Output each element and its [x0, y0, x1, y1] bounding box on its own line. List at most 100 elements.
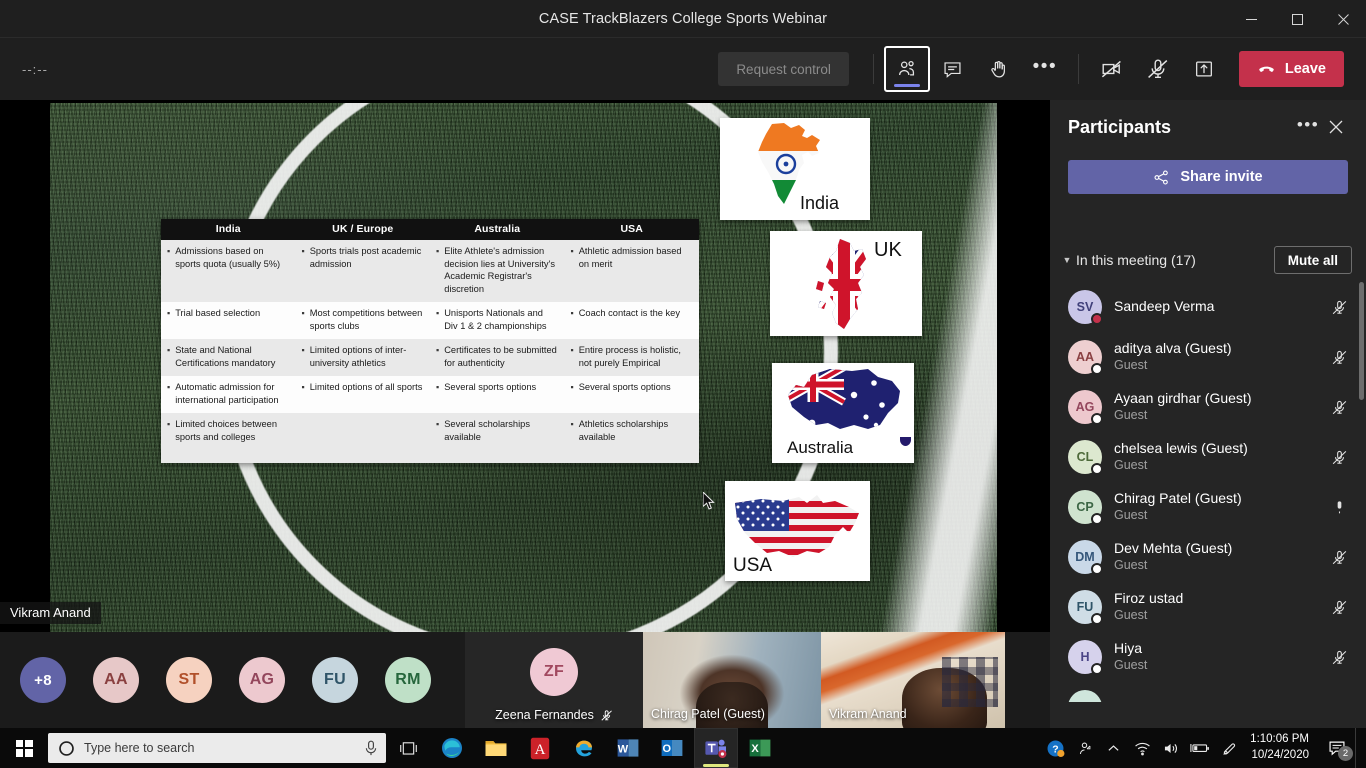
cell-text: Coach contact is the key	[578, 308, 680, 319]
presence-indicator	[1091, 413, 1103, 425]
participant-tile-chirag[interactable]: Chirag Patel (Guest)	[643, 632, 821, 728]
participant-mic-status[interactable]	[1326, 499, 1352, 516]
notification-center-button[interactable]: 2	[1320, 728, 1354, 768]
cell-text: Automatic admission for international pa…	[175, 382, 279, 405]
participant-row[interactable]: SV Sandeep Verma	[1050, 282, 1366, 332]
hangup-icon	[1259, 66, 1274, 72]
shared-screen[interactable]: India UK / Europe Australia USA ▪ Admissi…	[50, 103, 997, 632]
clock[interactable]: 1:10:06 PM 10/24/2020	[1244, 732, 1319, 763]
volume-icon[interactable]	[1157, 728, 1185, 768]
task-view-button[interactable]	[386, 728, 430, 768]
participant-row[interactable]: DM Dev Mehta (Guest) Guest	[1050, 532, 1366, 582]
taskbar-app-file-explorer[interactable]	[474, 728, 518, 768]
participant-mic-status[interactable]	[1326, 449, 1352, 466]
pen-workspace-icon[interactable]	[1215, 728, 1243, 768]
microphone-icon[interactable]	[364, 740, 378, 756]
mic-toggle-button[interactable]	[1135, 46, 1181, 92]
pen-icon	[1222, 742, 1235, 755]
cell-text: Several scholarships available	[444, 419, 530, 443]
participant-mic-status[interactable]	[1326, 549, 1352, 566]
start-button[interactable]	[0, 728, 48, 768]
participant-tile-vikram[interactable]: Vikram Anand	[821, 632, 1005, 728]
taskbar-app-teams[interactable]	[694, 728, 738, 768]
leave-button[interactable]: Leave	[1238, 51, 1344, 87]
battery-icon[interactable]	[1186, 728, 1214, 768]
show-desktop-button[interactable]	[1355, 728, 1362, 768]
participant-role: Guest	[1114, 407, 1148, 422]
close-icon	[1329, 120, 1343, 134]
taskbar-app-word[interactable]: W	[606, 728, 650, 768]
search-input[interactable]: Type here to search	[48, 733, 386, 763]
filmstrip-avatar[interactable]: FU	[312, 657, 358, 703]
participant-mic-status[interactable]	[1326, 299, 1352, 316]
participant-mic-status[interactable]	[1326, 649, 1352, 666]
presence-indicator	[1091, 513, 1103, 525]
taskbar-app-acrobat[interactable]: A	[518, 728, 562, 768]
participant-info: aditya alva (Guest) Guest	[1114, 340, 1326, 373]
taskbar-app-excel[interactable]: X	[738, 728, 782, 768]
raise-hand-button[interactable]	[976, 46, 1022, 92]
participant-name: Ayaan girdhar (Guest)	[1114, 390, 1252, 407]
participant-info: Hiya Guest	[1114, 640, 1326, 673]
minimize-button[interactable]	[1228, 0, 1274, 38]
mute-all-button[interactable]: Mute all	[1273, 246, 1352, 274]
participant-row[interactable]: AA aditya alva (Guest) Guest	[1050, 332, 1366, 382]
share-invite-button[interactable]: Share invite	[1068, 160, 1348, 194]
filmstrip-avatar[interactable]: AG	[239, 657, 285, 703]
panel-more-options-button[interactable]: •••	[1294, 113, 1322, 141]
system-tray: ? 1:10:06 PM 10/24/2020 2	[1041, 728, 1366, 768]
camera-toggle-button[interactable]	[1089, 46, 1135, 92]
cell-text: Unisports Nationals and Div 1 & 2 champi…	[444, 308, 547, 331]
filmstrip-avatar[interactable]: ST	[166, 657, 212, 703]
participant-tile-zeena[interactable]: ZF Zeena Fernandes	[465, 632, 643, 728]
table-cell: ▪ Admissions based on sports quota (usual…	[161, 240, 296, 302]
participant-mic-status[interactable]	[1326, 599, 1352, 616]
table-cell: ▪ Athletics scholarships available	[565, 413, 700, 450]
show-hidden-icons-button[interactable]	[1099, 728, 1127, 768]
filmstrip-avatar[interactable]: RM	[385, 657, 431, 703]
get-help-icon[interactable]: ?	[1041, 728, 1069, 768]
table-row: ▪ Automatic admission for international p…	[161, 376, 699, 414]
request-control-button[interactable]: Request control	[718, 52, 849, 86]
participants-scrollbar[interactable]	[1359, 282, 1364, 400]
bullet-icon: ▪	[570, 308, 574, 319]
overflow-participants-badge[interactable]: +8	[20, 657, 66, 703]
tile-name-label: Zeena Fernandes	[495, 708, 613, 722]
participant-mic-status[interactable]	[1326, 399, 1352, 416]
taskbar-app-internet-explorer[interactable]	[562, 728, 606, 768]
participants-toggle-button[interactable]	[883, 46, 930, 92]
taskbar-app-outlook[interactable]: O	[650, 728, 694, 768]
presence-indicator	[1091, 363, 1103, 375]
participant-row[interactable]: FU Firoz ustad Guest	[1050, 582, 1366, 632]
chevron-down-icon[interactable]: ▼	[1058, 255, 1076, 265]
bullet-icon: ▪	[167, 382, 171, 393]
share-content-button[interactable]	[1181, 46, 1227, 92]
participant-row[interactable]: AG Ayaan girdhar (Guest) Guest	[1050, 382, 1366, 432]
toolbar-divider-2	[1077, 54, 1079, 84]
participant-row[interactable]: CP Chirag Patel (Guest) Guest	[1050, 482, 1366, 532]
chat-toggle-button[interactable]	[930, 46, 976, 92]
raise-hand-icon	[991, 60, 1006, 77]
window-controls	[1228, 0, 1366, 38]
maximize-button[interactable]	[1274, 0, 1320, 38]
ellipsis-icon: •••	[1296, 114, 1320, 134]
presenter-name-label: Vikram Anand	[0, 602, 101, 624]
map-card-uk: UK	[770, 231, 922, 336]
participant-row[interactable]	[1050, 682, 1366, 702]
filmstrip-avatar[interactable]: AA	[93, 657, 139, 703]
participant-row[interactable]: CL chelsea lewis (Guest) Guest	[1050, 432, 1366, 482]
more-actions-button[interactable]: •••	[1022, 46, 1068, 92]
taskbar-app-edge[interactable]	[430, 728, 474, 768]
app-open-indicator	[703, 764, 729, 767]
participant-row[interactable]: H Hiya Guest	[1050, 632, 1366, 682]
panel-close-button[interactable]	[1322, 113, 1350, 141]
people-tray-icon[interactable]	[1070, 728, 1098, 768]
close-button[interactable]	[1320, 0, 1366, 38]
bullet-icon: ▪	[301, 382, 305, 393]
participant-mic-status[interactable]	[1326, 349, 1352, 366]
chat-icon	[944, 61, 961, 78]
tasmania-dot-icon	[900, 437, 911, 446]
avatar: FU	[1068, 590, 1103, 625]
participant-name: Chirag Patel (Guest)	[1114, 490, 1242, 507]
network-icon[interactable]	[1128, 728, 1156, 768]
